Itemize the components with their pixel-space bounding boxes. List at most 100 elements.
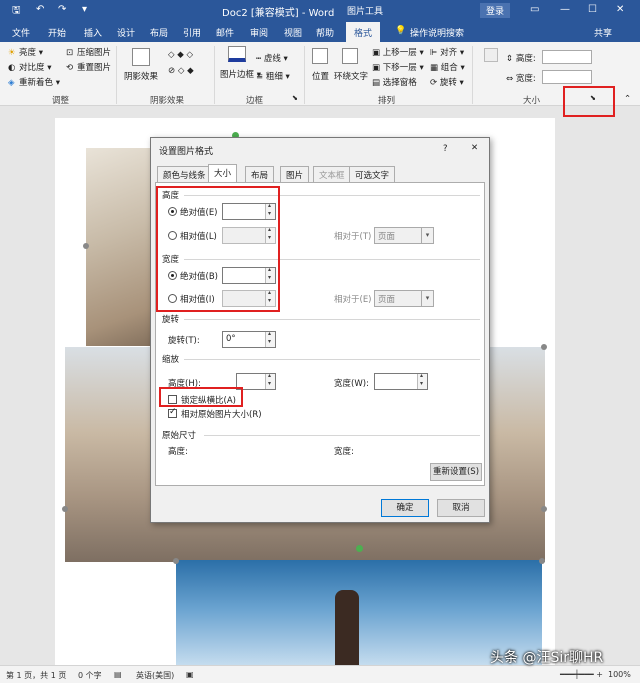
redo-icon[interactable]: ↷ <box>58 4 66 15</box>
ribbon-display-icon[interactable]: ▭ <box>530 4 539 15</box>
shadow-toggle-icon[interactable]: ⊘ ◇ ◆ <box>168 66 194 76</box>
doc-title: Doc2 [兼容模式] - Word <box>222 8 335 19</box>
tab-design[interactable]: 设计 <box>117 26 135 39</box>
tab-file[interactable]: 文件 <box>12 26 30 39</box>
position-button[interactable]: 位置 <box>312 70 329 82</box>
resize-handle[interactable] <box>83 243 89 249</box>
position-icon[interactable] <box>312 48 328 64</box>
resize-handle[interactable] <box>173 558 179 564</box>
tab-home[interactable]: 开始 <box>48 26 66 39</box>
dashes-button[interactable]: ┅ 虚线 ▾ <box>256 52 288 64</box>
resize-handle[interactable] <box>541 344 547 350</box>
watermark: 头条 @汪Sir聊HR <box>490 650 604 666</box>
zoom-level[interactable]: 100% <box>608 670 631 679</box>
save-icon[interactable]: 🖫 <box>12 3 21 20</box>
language[interactable]: 英语(美国) <box>136 670 174 681</box>
height-input[interactable] <box>542 50 592 64</box>
minimize-icon[interactable]: — <box>560 4 570 15</box>
weight-button[interactable]: ≡ 粗细 ▾ <box>256 70 290 82</box>
width-input[interactable] <box>542 70 592 84</box>
resize-handle[interactable] <box>62 506 68 512</box>
group-label-adjust: 调整 <box>52 96 70 106</box>
reset-size-button[interactable]: 重新设置(S) <box>430 463 482 481</box>
zoom-slider[interactable]: ━━━┿━━━ + <box>560 670 603 679</box>
tab-textbox: 文本框 <box>313 166 351 182</box>
tab-layout[interactable]: 布局 <box>245 166 275 182</box>
rotate-handle[interactable] <box>356 545 363 552</box>
group-label-border: 边框 <box>246 96 264 106</box>
spin-buttons[interactable] <box>417 372 427 389</box>
rotation-section-title: 旋转 <box>162 315 180 325</box>
help-button[interactable]: ? <box>443 144 448 154</box>
page-count[interactable]: 第 1 页，共 1 页 <box>6 670 66 681</box>
highlight-lock-aspect <box>159 387 243 407</box>
ribbon: ☀ 亮度 ▾ ◐ 对比度 ▾ ◈ 重新着色 ▾ ⊡ 压缩图片 ⟲ 重置图片 调整 阴影效果… <box>0 42 640 106</box>
tab-mailings[interactable]: 邮件 <box>216 26 234 39</box>
tab-help[interactable]: 帮助 <box>316 26 334 39</box>
ok-button[interactable]: 确定 <box>381 499 429 517</box>
tab-layout[interactable]: 布局 <box>150 26 168 39</box>
group-label-shadow-effects: 阴影效果 <box>150 96 185 106</box>
shadow-nudge-icon[interactable]: ◇ ◆ ◇ <box>168 50 193 60</box>
picture-3[interactable] <box>176 560 542 668</box>
contrast-button[interactable]: ◐ 对比度 ▾ <box>8 61 51 73</box>
rotation-input[interactable]: 0° <box>222 330 276 348</box>
dialog-close-button[interactable]: ✕ <box>471 143 478 153</box>
proofing-icon[interactable]: ▤ <box>114 670 122 679</box>
compress-pictures-button[interactable]: ⊡ 压缩图片 <box>66 46 111 58</box>
collapse-ribbon-icon[interactable]: ⌃ <box>624 94 631 104</box>
tab-colors-lines[interactable]: 颜色与线条 <box>157 166 212 182</box>
word-count[interactable]: 0 个字 <box>78 670 102 681</box>
group-label-arrange: 排列 <box>378 96 396 106</box>
lightbulb-icon: 💡 <box>395 26 407 36</box>
spin-buttons[interactable] <box>265 330 275 347</box>
close-icon[interactable]: ✕ <box>616 4 624 15</box>
rotate-button[interactable]: ⟳ 旋转 ▾ <box>430 76 464 88</box>
tab-alt-text[interactable]: 可选文字 <box>349 166 396 182</box>
height-relative-to-label: 相对于(T) <box>334 232 372 242</box>
tell-me-search[interactable]: 操作说明搜索 <box>410 26 464 39</box>
original-size-section-title: 原始尺寸 <box>162 431 197 441</box>
align-button[interactable]: ⊫ 对齐 ▾ <box>430 46 464 58</box>
wrap-text-icon[interactable] <box>342 48 358 64</box>
resize-handle[interactable] <box>539 558 545 564</box>
reset-picture-button[interactable]: ⟲ 重置图片 <box>66 61 111 73</box>
login-button[interactable]: 登录 <box>480 3 511 18</box>
crop-icon <box>484 48 498 62</box>
send-backward-button[interactable]: ▣ 下移一层 ▾ <box>372 61 424 73</box>
brightness-button[interactable]: ☀ 亮度 ▾ <box>8 46 43 58</box>
tab-view[interactable]: 视图 <box>284 26 302 39</box>
share-button[interactable]: 共享 <box>594 26 612 39</box>
picture-border-icon[interactable] <box>228 46 246 62</box>
macro-icon[interactable]: ▣ <box>186 670 194 679</box>
tab-insert[interactable]: 插入 <box>84 26 102 39</box>
undo-icon[interactable]: ↶ <box>36 4 44 15</box>
highlight-size-launcher <box>563 86 615 117</box>
bring-forward-button[interactable]: ▣ 上移一层 ▾ <box>372 46 424 58</box>
tab-format[interactable]: 格式 <box>346 22 381 42</box>
relative-original-checkbox[interactable] <box>168 407 177 418</box>
tab-review[interactable]: 审阅 <box>250 26 268 39</box>
spin-buttons[interactable] <box>265 372 275 389</box>
ribbon-separator <box>214 46 215 104</box>
group-button[interactable]: ▦ 组合 ▾ <box>430 61 465 73</box>
picture-border-button[interactable]: 图片边框 ▾ <box>220 68 261 80</box>
maximize-icon[interactable]: ☐ <box>588 4 597 15</box>
selection-pane-button[interactable]: ▤ 选择窗格 <box>372 76 417 88</box>
shadow-effects-button[interactable]: 阴影效果 <box>124 70 158 82</box>
tab-references[interactable]: 引用 <box>183 26 201 39</box>
tab-picture[interactable]: 图片 <box>280 166 310 182</box>
shadow-effects-icon[interactable] <box>132 48 150 66</box>
cancel-button[interactable]: 取消 <box>437 499 485 517</box>
ribbon-separator <box>472 46 473 104</box>
rotation-label: 旋转(T): <box>168 336 200 346</box>
relative-original-label: 相对原始图片大小(R) <box>181 410 262 420</box>
tab-size[interactable]: 大小 <box>208 164 238 183</box>
resize-handle[interactable] <box>541 506 547 512</box>
recolor-button[interactable]: ◈ 重新着色 ▾ <box>8 76 60 88</box>
customize-qat-icon[interactable]: ▾ <box>82 4 87 15</box>
page-corner-mark <box>556 142 558 144</box>
border-launcher-icon[interactable]: ⬊ <box>292 94 298 102</box>
wrap-text-button[interactable]: 环绕文字 <box>334 70 368 82</box>
scale-width-input[interactable] <box>374 372 428 390</box>
